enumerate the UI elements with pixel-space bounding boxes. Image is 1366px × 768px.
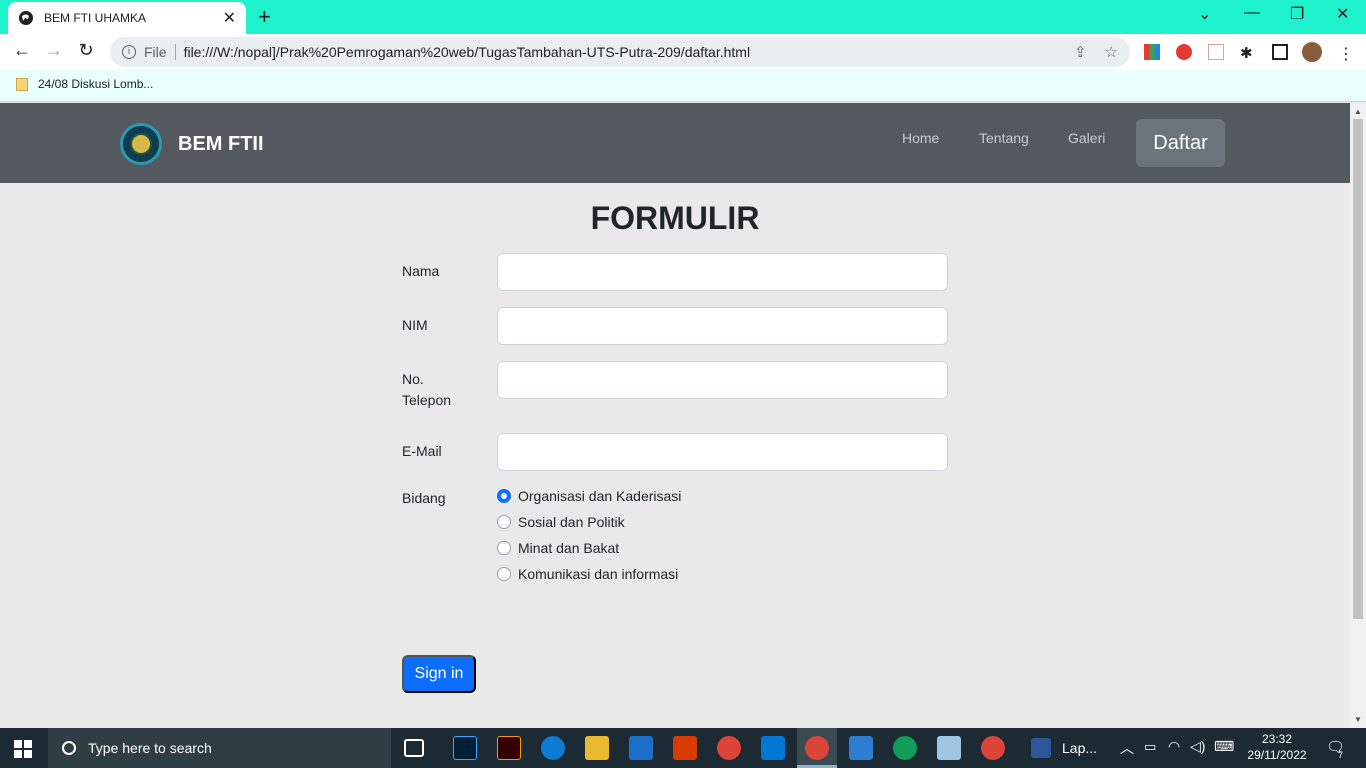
email-input[interactable] — [497, 433, 948, 471]
illustrator-icon[interactable] — [497, 736, 521, 760]
search-icon — [62, 741, 76, 755]
chrome-icon[interactable] — [717, 736, 741, 760]
radio-option[interactable]: Organisasi dan Kaderisasi — [497, 488, 681, 504]
nav-tentang[interactable]: Tentang — [979, 130, 1029, 146]
page-title: FORMULIR — [590, 200, 760, 236]
extensions-puzzle-icon[interactable]: ✱ — [1240, 44, 1256, 62]
brand-name: BEM FTII — [178, 132, 264, 155]
address-bar[interactable]: i File file:///W:/nopal]/Prak%20Pemrogam… — [110, 37, 1130, 67]
telepon-input[interactable] — [497, 361, 948, 399]
windows-start-icon[interactable] — [14, 740, 32, 758]
notification-count: 7 — [1338, 750, 1344, 760]
globe-icon — [19, 11, 33, 25]
nav-home[interactable]: Home — [902, 130, 939, 146]
radio-checked-icon[interactable] — [497, 489, 511, 503]
app-label[interactable]: Lap... — [1062, 740, 1097, 756]
share-icon[interactable]: ⇪ — [1074, 43, 1087, 61]
chrome-profile-icon[interactable] — [805, 736, 829, 760]
nama-label: Nama — [402, 263, 440, 279]
scroll-down-icon[interactable]: ▼ — [1354, 715, 1362, 724]
scroll-up-icon[interactable]: ▲ — [1354, 107, 1362, 116]
search-placeholder: Type here to search — [88, 740, 212, 756]
tab-strip: BEM FTI UHAMKA ✕ + ⌄ — ❐ ✕ — [0, 0, 1366, 34]
tab-close-icon[interactable]: ✕ — [223, 8, 236, 28]
info-icon[interactable]: i — [122, 45, 136, 59]
bookmarks-bar: 24/08 Diskusi Lomb... — [0, 70, 1366, 102]
nim-label: NIM — [402, 317, 428, 333]
extension-adblock-icon[interactable] — [1176, 44, 1192, 60]
radio-unchecked-icon[interactable] — [497, 515, 511, 529]
vscode-icon[interactable] — [761, 736, 785, 760]
browser-toolbar: ← → ↻ i File file:///W:/nopal]/Prak%20Pe… — [0, 34, 1366, 70]
radio-label: Sosial dan Politik — [518, 514, 625, 530]
browser-tab[interactable]: BEM FTI UHAMKA ✕ — [8, 2, 246, 34]
forward-icon[interactable]: → — [42, 40, 66, 61]
edge-icon[interactable] — [541, 736, 565, 760]
side-panel-icon[interactable] — [1272, 44, 1288, 60]
volume-icon[interactable]: ◁) — [1190, 738, 1205, 755]
profile-avatar[interactable] — [1302, 42, 1322, 62]
clock-time: 23:32 — [1261, 732, 1293, 746]
keyboard-icon[interactable]: ⌨ — [1214, 738, 1234, 755]
bookmark-star-icon[interactable]: ☆ — [1105, 43, 1118, 61]
scroll-thumb[interactable] — [1353, 119, 1363, 619]
tab-title: BEM FTI UHAMKA — [44, 11, 147, 25]
photoshop-icon[interactable] — [453, 736, 477, 760]
url-scheme-label: File — [144, 44, 167, 60]
folder-icon — [16, 77, 28, 91]
restore-icon[interactable]: ❐ — [1290, 4, 1304, 24]
clock-date: 29/11/2022 — [1247, 748, 1307, 762]
radio-unchecked-icon[interactable] — [497, 567, 511, 581]
nim-input[interactable] — [497, 307, 948, 345]
site-navbar: BEM FTII Home Tentang Galeri Daftar — [0, 103, 1350, 183]
chrome-profile-n-icon[interactable] — [893, 736, 917, 760]
radio-label: Minat dan Bakat — [518, 540, 620, 556]
email-label: E-Mail — [402, 443, 442, 459]
taskbar-search[interactable]: Type here to search — [48, 728, 391, 768]
radio-option[interactable]: Komunikasi dan informasi — [497, 566, 678, 582]
wifi-icon[interactable]: ◠ — [1168, 738, 1180, 755]
bidang-label: Bidang — [402, 490, 446, 506]
close-window-icon[interactable]: ✕ — [1336, 4, 1349, 24]
separator — [174, 44, 176, 60]
battery-icon[interactable]: ▭ — [1144, 739, 1156, 755]
sign-in-button[interactable]: Sign in — [402, 655, 476, 693]
extension-t-icon[interactable] — [1208, 44, 1224, 60]
file-explorer-icon[interactable] — [585, 736, 609, 760]
page-content: BEM FTII Home Tentang Galeri Daftar FORM… — [0, 103, 1350, 728]
reload-icon[interactable]: ↻ — [74, 40, 98, 61]
clock[interactable]: 23:32 29/11/2022 — [1240, 731, 1314, 763]
bookmark-item[interactable]: 24/08 Diskusi Lomb... — [16, 77, 153, 91]
url-text[interactable]: file:///W:/nopal]/Prak%20Pemrogaman%20we… — [184, 44, 1056, 60]
back-icon[interactable]: ← — [10, 40, 34, 61]
notes-icon[interactable] — [937, 736, 961, 760]
nav-daftar-button[interactable]: Daftar — [1136, 119, 1225, 167]
logo-icon — [120, 123, 162, 165]
radio-option[interactable]: Minat dan Bakat — [497, 540, 619, 556]
radio-label: Komunikasi dan informasi — [518, 566, 679, 582]
radio-option[interactable]: Sosial dan Politik — [497, 514, 625, 530]
bookmark-label: 24/08 Diskusi Lomb... — [38, 77, 154, 91]
brand[interactable]: BEM FTII — [120, 123, 264, 165]
radio-unchecked-icon[interactable] — [497, 541, 511, 555]
scrollbar[interactable]: ▲ ▼ — [1350, 103, 1366, 728]
task-view-icon[interactable] — [404, 739, 424, 757]
radio-label: Organisasi dan Kaderisasi — [518, 488, 682, 504]
document-app-icon[interactable] — [1031, 738, 1051, 758]
new-tab-button[interactable]: + — [258, 4, 271, 30]
photos-icon[interactable] — [849, 736, 873, 760]
nav-galeri[interactable]: Galeri — [1068, 130, 1105, 146]
extension-color-icon[interactable] — [1144, 44, 1160, 60]
mail-icon[interactable] — [629, 736, 653, 760]
taskbar: Type here to search Lap... ︿ ▭ ◠ ◁) ⌨ 23… — [0, 728, 1366, 768]
menu-kebab-icon[interactable]: ⋮ — [1338, 44, 1354, 63]
telepon-label: No. Telepon — [402, 371, 452, 408]
chrome-profile-2-icon[interactable] — [981, 736, 1005, 760]
minimize-icon[interactable]: — — [1244, 4, 1260, 22]
office-icon[interactable] — [673, 736, 697, 760]
nama-input[interactable] — [497, 253, 948, 291]
tray-chevron-icon[interactable]: ︿ — [1120, 738, 1134, 758]
tab-search-icon[interactable]: ⌄ — [1198, 4, 1211, 24]
